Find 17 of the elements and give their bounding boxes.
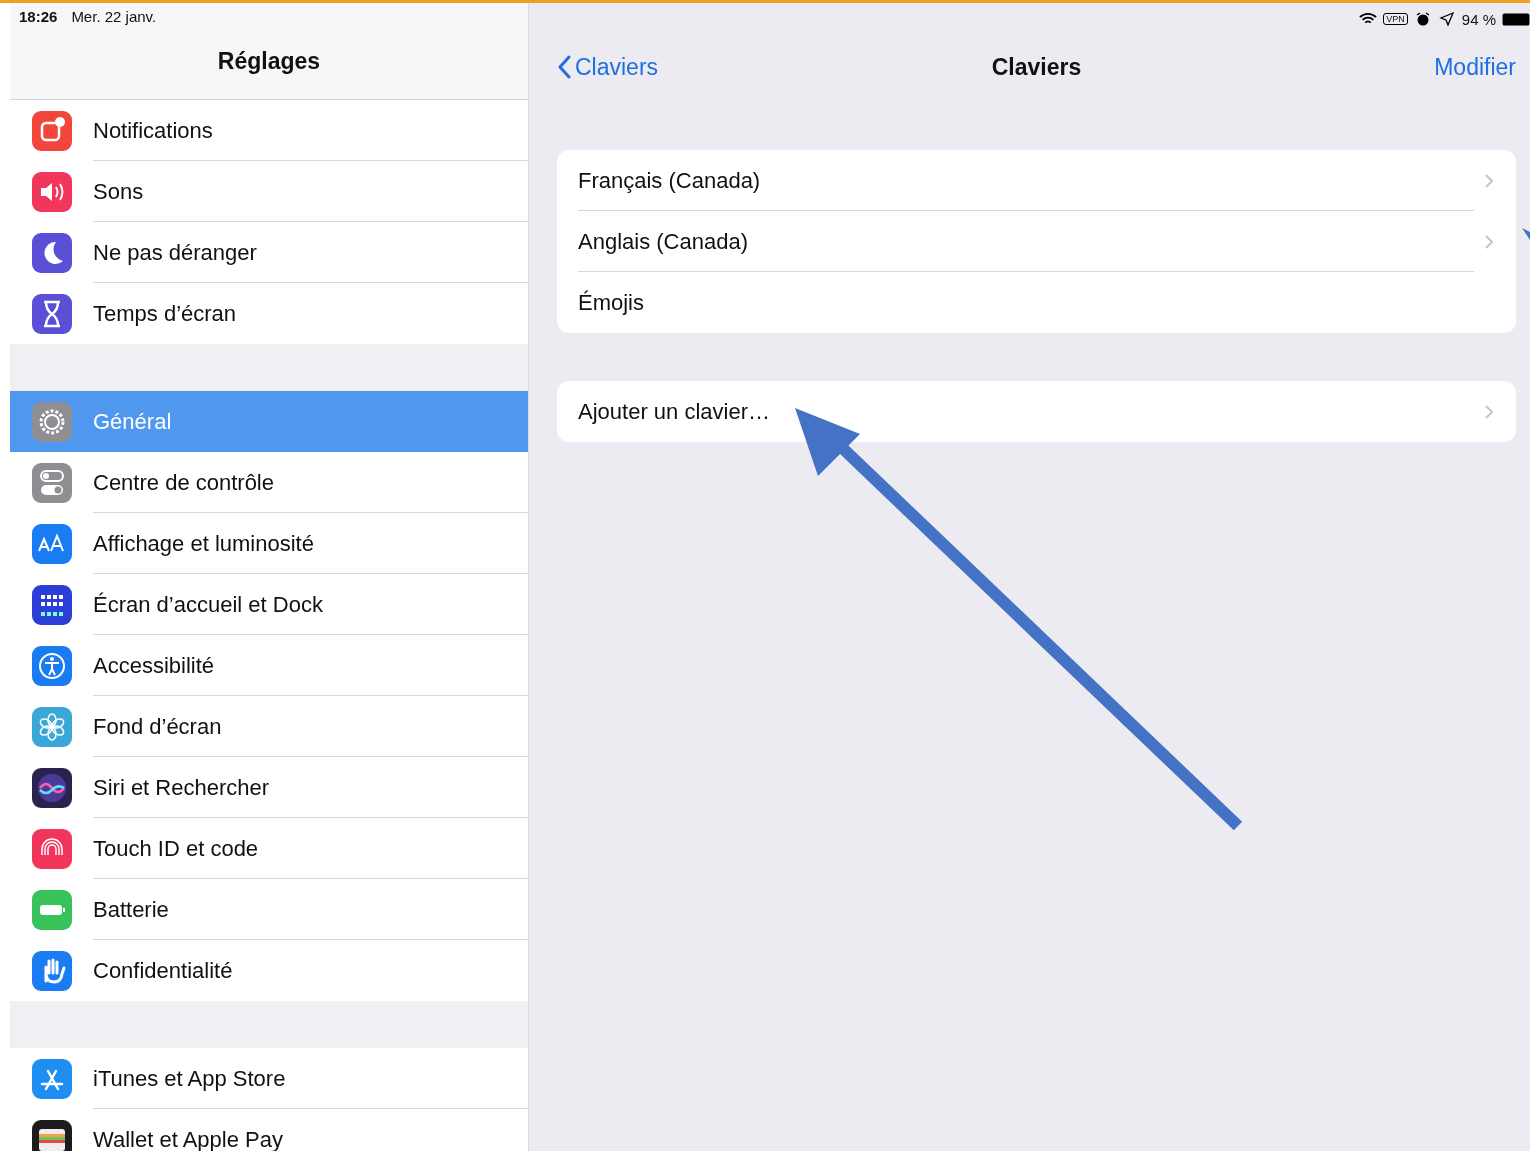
edit-button[interactable]: Modifier bbox=[1434, 53, 1516, 81]
keyboard-row[interactable]: Anglais (Canada) bbox=[557, 211, 1516, 272]
battery-icon bbox=[1502, 12, 1530, 26]
keyboard-row[interactable]: Émojis bbox=[557, 272, 1516, 333]
status-date: Mer. 22 janv. bbox=[71, 8, 157, 27]
keyboard-row[interactable]: Ajouter un clavier… bbox=[557, 381, 1516, 442]
status-time: 18:26 bbox=[19, 8, 58, 27]
sidebar-title: Réglages bbox=[216, 48, 322, 75]
wifi-icon bbox=[1359, 12, 1378, 26]
vpn-badge: VPN bbox=[1383, 13, 1408, 25]
battery-percentage: 94 % bbox=[1461, 10, 1496, 28]
location-arrow-icon bbox=[1437, 12, 1456, 26]
nav-title: Claviers bbox=[991, 53, 1082, 81]
back-button[interactable]: Claviers bbox=[557, 53, 659, 81]
keyboard-row[interactable]: Français (Canada) bbox=[557, 150, 1516, 211]
chevron-left-icon bbox=[557, 54, 571, 80]
arrowhead-mark bbox=[1522, 228, 1530, 240]
